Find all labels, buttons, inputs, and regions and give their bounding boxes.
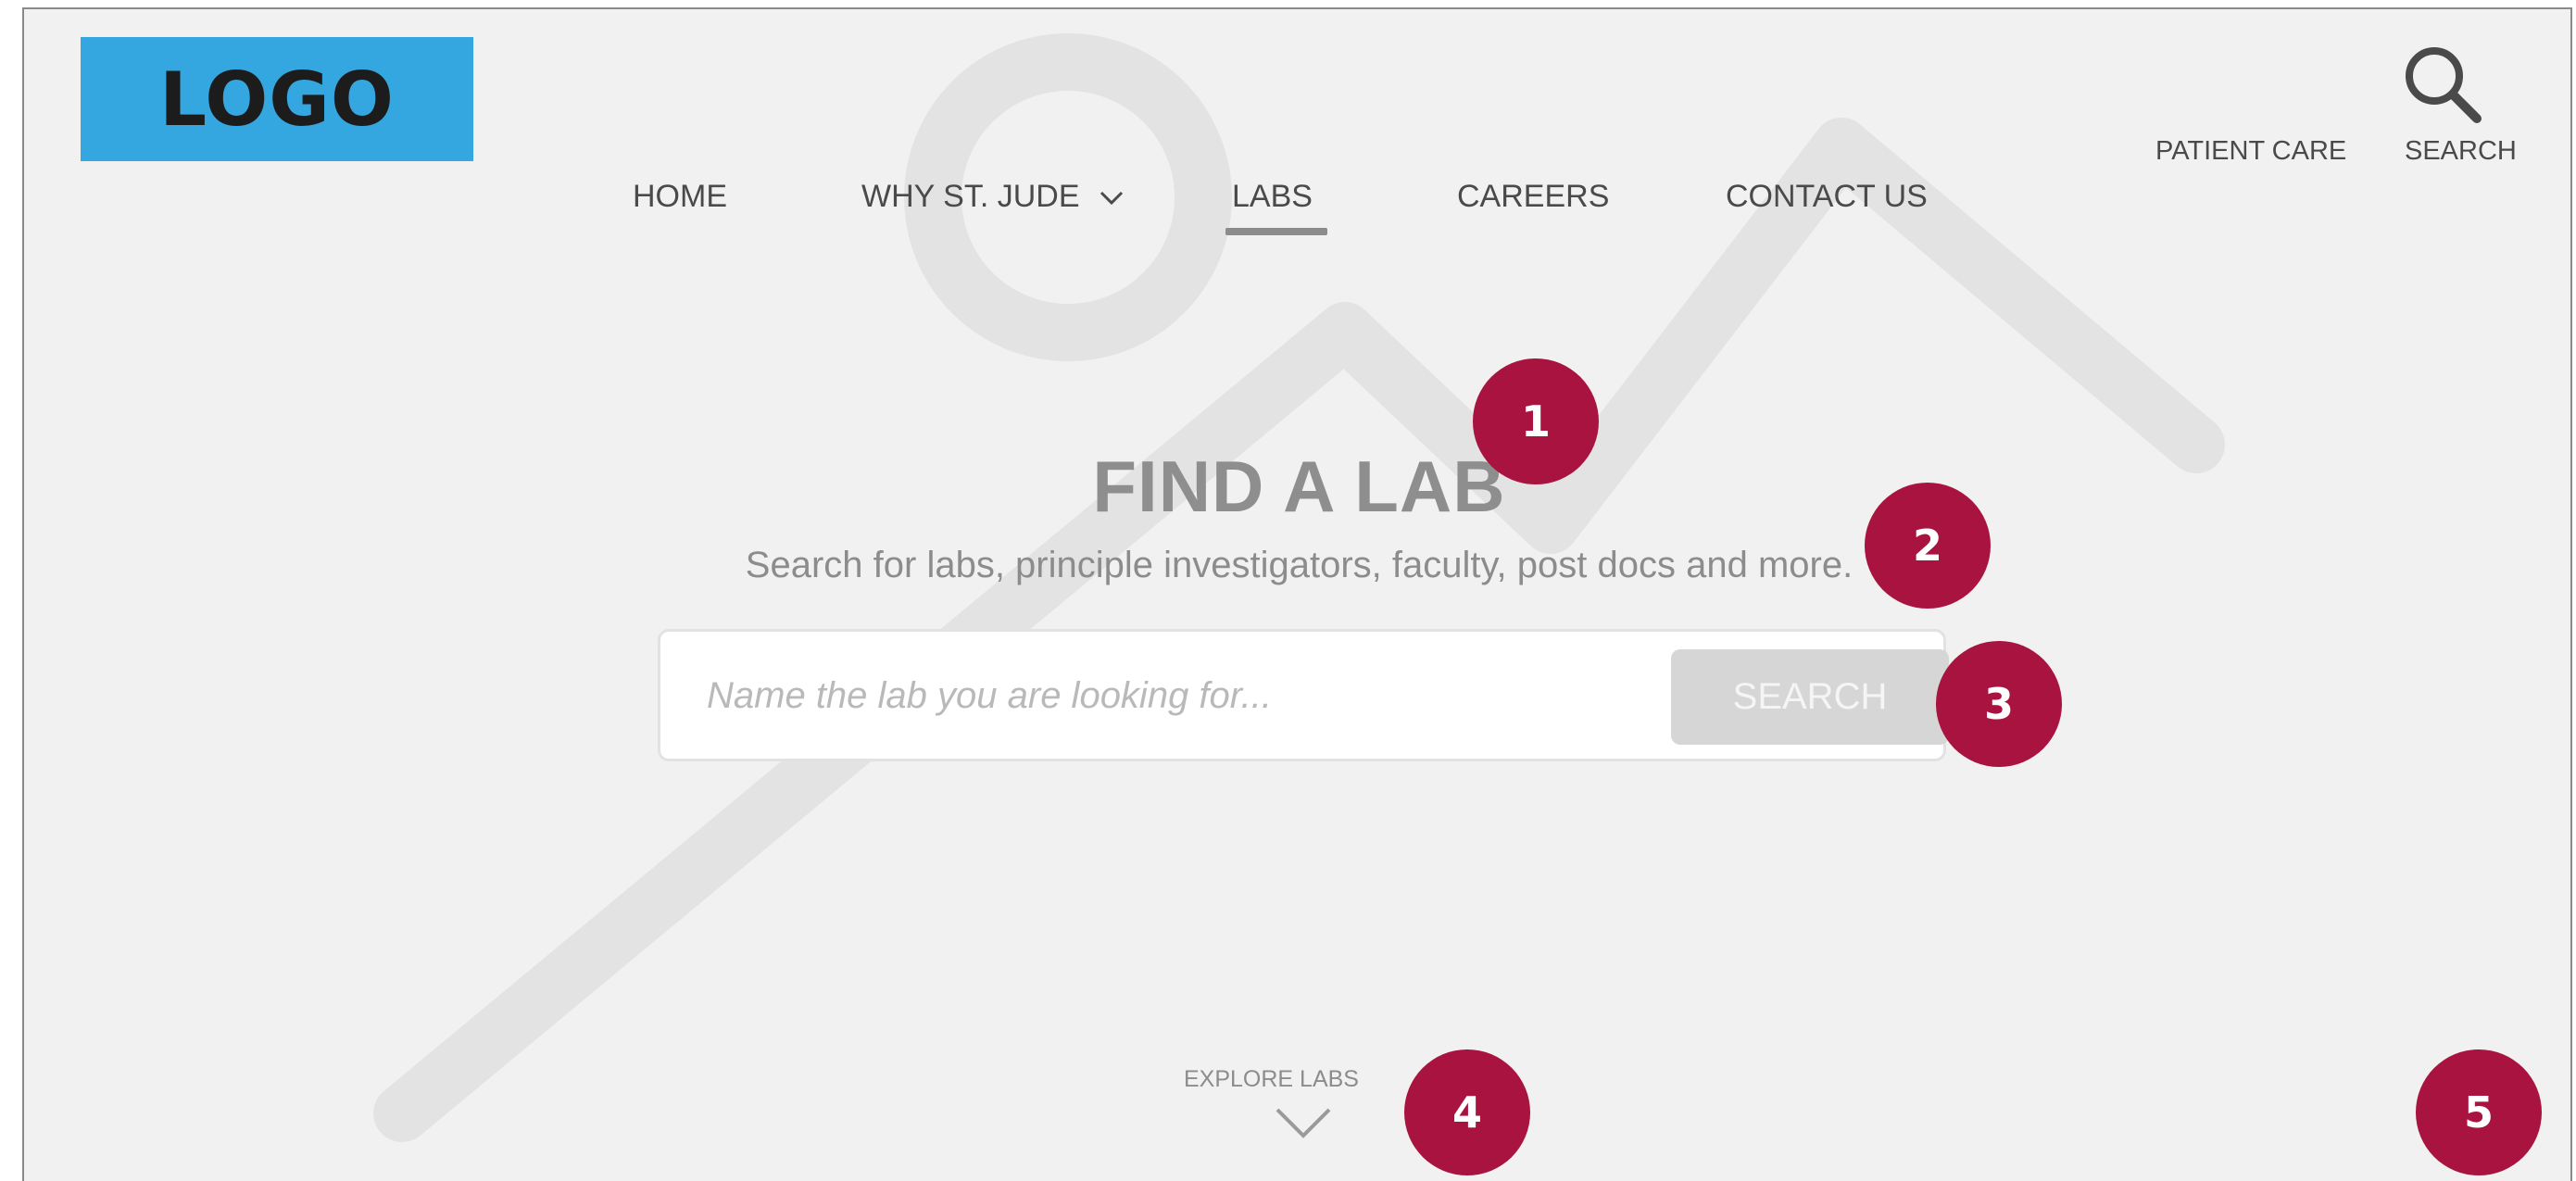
annotation-marker-2: 2 (1865, 483, 1991, 609)
annotation-marker-3: 3 (1936, 641, 2062, 767)
marker-number: 5 (2463, 1087, 2494, 1137)
nav-item-label: CONTACT US (1726, 179, 1928, 214)
annotation-marker-4: 4 (1404, 1049, 1530, 1175)
chevron-down-icon (1100, 191, 1124, 206)
nav-item-labs[interactable]: LABS (1232, 179, 1313, 215)
nav-item-label: CAREERS (1457, 179, 1610, 214)
header-search-label: SEARCH (2405, 136, 2517, 166)
nav-item-contact-us[interactable]: CONTACT US (1726, 179, 1928, 215)
nav-item-careers[interactable]: CAREERS (1457, 179, 1609, 215)
page-frame: LOGO HOME WHY ST. JUDE LABS CAREERS CONT… (22, 7, 2572, 1181)
lab-search-button[interactable]: SEARCH (1671, 649, 1949, 745)
page-subtitle: Search for labs, principle investigators… (745, 545, 1853, 585)
header-search-link[interactable]: SEARCH (2405, 136, 2517, 167)
nav-item-label: HOME (633, 179, 727, 214)
lab-search-form: SEARCH (658, 629, 1949, 761)
nav-item-label: WHY ST. JUDE (861, 179, 1080, 214)
lab-search-input[interactable] (707, 665, 1633, 726)
search-icon[interactable] (2401, 43, 2484, 126)
marker-number: 4 (1451, 1087, 1482, 1137)
page-title: FIND A LAB (1092, 446, 1506, 527)
logo-text: LOGO (159, 56, 395, 143)
patient-care-label: PATIENT CARE (2155, 136, 2347, 166)
annotation-marker-1: 1 (1473, 358, 1599, 484)
annotation-marker-5: 5 (2416, 1049, 2542, 1175)
site-logo[interactable]: LOGO (81, 37, 473, 161)
patient-care-link[interactable]: PATIENT CARE (2155, 136, 2346, 167)
chevron-down-icon[interactable] (1275, 1107, 1332, 1138)
marker-number: 3 (1983, 679, 2014, 729)
nav-active-indicator (1225, 228, 1327, 235)
explore-labs-label[interactable]: EXPLORE LABS (24, 1066, 2546, 1093)
nav-item-why-st-jude[interactable]: WHY ST. JUDE (861, 179, 1124, 215)
nav-item-home[interactable]: HOME (633, 179, 727, 215)
marker-number: 1 (1520, 396, 1551, 446)
marker-number: 2 (1912, 521, 1942, 571)
nav-item-label: LABS (1232, 179, 1313, 214)
